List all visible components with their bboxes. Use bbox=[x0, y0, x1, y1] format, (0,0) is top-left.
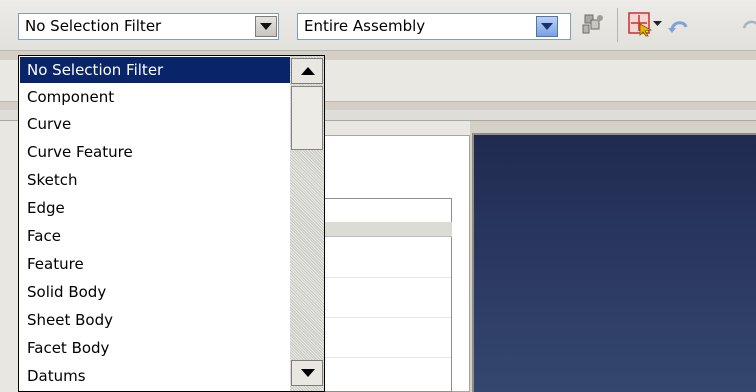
scrollbar-thumb[interactable] bbox=[291, 86, 323, 150]
scroll-up-arrow-icon bbox=[301, 67, 315, 75]
list-item[interactable]: Feature bbox=[20, 251, 290, 277]
scroll-down-arrow-icon bbox=[301, 369, 315, 377]
scroll-down-button[interactable] bbox=[291, 360, 323, 386]
chevron-down-icon[interactable] bbox=[255, 16, 277, 37]
selection-filter-combo[interactable]: No Selection Filter bbox=[18, 13, 279, 40]
list-item[interactable]: Datums bbox=[20, 363, 290, 389]
list-item[interactable]: Solid Body bbox=[20, 279, 290, 305]
graphics-viewport[interactable] bbox=[472, 133, 756, 392]
list-item[interactable]: Facet Body bbox=[20, 335, 290, 361]
toolbar-separator bbox=[617, 8, 618, 42]
list-item[interactable]: Curve bbox=[20, 111, 290, 137]
chevron-down-icon[interactable] bbox=[653, 21, 662, 27]
dropdown-scrollbar[interactable] bbox=[290, 56, 324, 391]
redo-arrow-icon[interactable] bbox=[742, 16, 756, 34]
list-item[interactable]: Edge bbox=[20, 195, 290, 221]
snap-point-icon[interactable] bbox=[627, 11, 653, 37]
list-item[interactable]: No Selection Filter bbox=[20, 57, 290, 83]
list-item[interactable]: Face bbox=[20, 223, 290, 249]
part-navigator-icon[interactable] bbox=[579, 11, 607, 37]
scroll-up-button[interactable] bbox=[291, 58, 323, 84]
list-item[interactable]: Curve Feature bbox=[20, 139, 290, 165]
selection-filter-value: No Selection Filter bbox=[25, 17, 162, 35]
selection-scope-value: Entire Assembly bbox=[304, 17, 426, 35]
undo-arrow-icon[interactable] bbox=[668, 16, 692, 34]
selection-scope-combo[interactable]: Entire Assembly bbox=[297, 13, 571, 40]
chevron-down-icon[interactable] bbox=[536, 16, 558, 37]
selection-filter-dropdown: No Selection Filter Component Curve Curv… bbox=[18, 55, 325, 392]
list-item[interactable]: Component bbox=[20, 84, 290, 110]
list-item[interactable]: Sheet Body bbox=[20, 307, 290, 333]
selection-toolbar: No Selection Filter Entire Assembly bbox=[0, 0, 756, 51]
list-item[interactable]: Sketch bbox=[20, 167, 290, 193]
